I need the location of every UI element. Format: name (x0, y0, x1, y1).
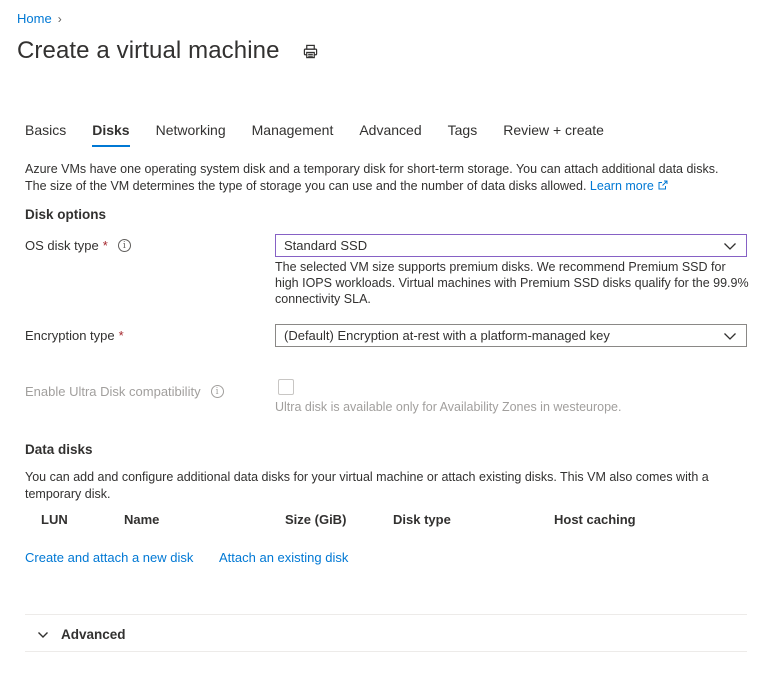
required-marker: * (102, 238, 108, 253)
divider (25, 651, 747, 652)
chevron-down-icon (724, 243, 736, 250)
info-icon[interactable]: i (117, 239, 131, 252)
chevron-down-icon (38, 631, 48, 638)
tab-bar: Basics Disks Networking Management Advan… (25, 122, 630, 147)
external-link-icon (658, 180, 668, 190)
data-disks-heading: Data disks (25, 442, 93, 457)
os-disk-type-value: Standard SSD (284, 238, 368, 253)
ultra-disk-checkbox[interactable] (278, 379, 294, 395)
tab-management[interactable]: Management (252, 122, 334, 147)
ultra-disk-label-text: Enable Ultra Disk compatibility (25, 384, 201, 399)
breadcrumb-home-link[interactable]: Home (17, 11, 52, 26)
advanced-section-toggle[interactable]: Advanced (37, 627, 126, 642)
attach-existing-disk-link[interactable]: Attach an existing disk (219, 550, 348, 565)
tab-tags[interactable]: Tags (448, 122, 478, 147)
tab-basics[interactable]: Basics (25, 122, 66, 147)
tab-review-create[interactable]: Review + create (503, 122, 604, 147)
encryption-type-label: Encryption type * (25, 328, 124, 343)
tab-advanced[interactable]: Advanced (359, 122, 421, 147)
intro-line-1: Azure VMs have one operating system disk… (25, 162, 719, 176)
os-disk-type-label: OS disk type * i (25, 238, 131, 253)
intro-line-2: The size of the VM determines the type o… (25, 178, 755, 195)
data-disks-description: You can add and configure additional dat… (25, 470, 709, 501)
required-marker: * (118, 328, 124, 343)
learn-more-label: Learn more (589, 179, 654, 193)
os-disk-type-select[interactable]: Standard SSD (275, 234, 747, 257)
intro-line-2-text: The size of the VM determines the type o… (25, 179, 587, 193)
title-row: Create a virtual machine (17, 37, 320, 65)
print-icon[interactable] (302, 42, 320, 60)
column-header-host-caching: Host caching (554, 512, 636, 527)
os-disk-type-help: The selected VM size supports premium di… (275, 260, 749, 306)
column-header-name: Name (124, 512, 160, 527)
os-disk-type-label-text: OS disk type (25, 238, 99, 253)
column-header-lun: LUN (41, 512, 68, 527)
create-attach-disk-link[interactable]: Create and attach a new disk (25, 550, 193, 565)
ultra-disk-help: Ultra disk is available only for Availab… (275, 400, 622, 414)
intro-text: Azure VMs have one operating system disk… (25, 161, 755, 195)
ultra-disk-label: Enable Ultra Disk compatibility i (25, 384, 224, 399)
encryption-type-label-text: Encryption type (25, 328, 115, 343)
encryption-type-select[interactable]: (Default) Encryption at-rest with a plat… (275, 324, 747, 347)
chevron-right-icon: › (57, 11, 62, 26)
column-header-size: Size (GiB) (285, 512, 347, 527)
page-title: Create a virtual machine (17, 37, 280, 64)
advanced-section-label: Advanced (61, 627, 126, 642)
disk-options-heading: Disk options (25, 207, 107, 222)
tab-disks[interactable]: Disks (92, 122, 130, 147)
learn-more-link[interactable]: Learn more (590, 179, 668, 193)
encryption-type-value: (Default) Encryption at-rest with a plat… (284, 328, 610, 343)
column-header-disk-type: Disk type (393, 512, 451, 527)
breadcrumb: Home › (17, 11, 62, 26)
info-icon[interactable]: i (210, 385, 224, 398)
divider (25, 614, 747, 615)
chevron-down-icon (724, 333, 736, 340)
tab-networking[interactable]: Networking (156, 122, 226, 147)
